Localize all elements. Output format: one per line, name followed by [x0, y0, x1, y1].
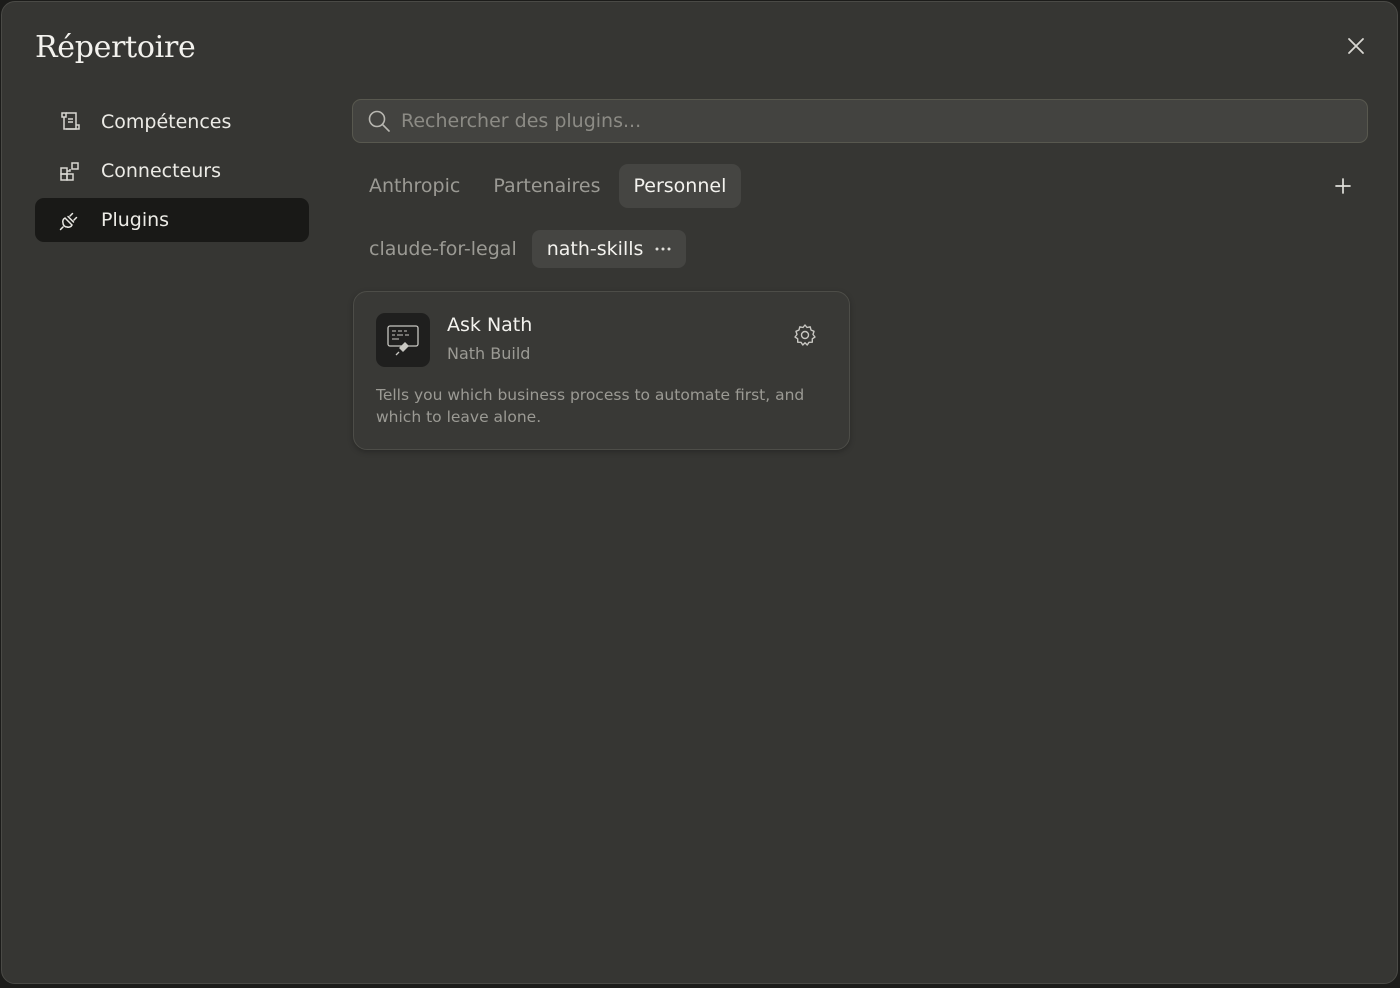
subtab-bar: claude-for-legal nath-skills [354, 230, 687, 268]
subtab-label: nath-skills [546, 238, 644, 260]
search-icon [368, 110, 390, 132]
modal-title: Répertoire [35, 30, 196, 65]
sidebar-item-label: Plugins [101, 209, 170, 231]
tab-partenaires[interactable]: Partenaires [478, 164, 615, 208]
plugin-logo [376, 313, 430, 367]
tab-personnel[interactable]: Personnel [618, 164, 742, 208]
search-bar[interactable] [352, 99, 1368, 143]
plugin-card[interactable]: Ask Nath Nath Build Tells you which busi… [353, 291, 850, 450]
plugin-name: Ask Nath [447, 314, 533, 336]
plugin-settings-button[interactable] [791, 321, 819, 349]
sidebar-item-label: Compétences [101, 111, 232, 133]
plugin-description: Tells you which business process to auto… [376, 386, 805, 426]
plug-icon [57, 207, 83, 233]
plus-icon [1335, 178, 1351, 194]
close-icon [1348, 38, 1364, 54]
gear-icon [794, 324, 816, 346]
more-options-icon[interactable] [655, 247, 671, 251]
add-button[interactable] [1330, 173, 1356, 199]
search-input[interactable] [401, 110, 1301, 132]
subtab-label: claude-for-legal [369, 238, 517, 260]
connectors-icon [57, 158, 83, 184]
subtab-claude-for-legal[interactable]: claude-for-legal [354, 230, 532, 268]
close-button[interactable] [1342, 32, 1370, 60]
plugin-author: Nath Build [447, 344, 531, 363]
sidebar-item-label: Connecteurs [101, 160, 222, 182]
sidebar: Compétences Connecteurs Plugins [35, 100, 309, 247]
tab-bar: Anthropic Partenaires Personnel [354, 164, 744, 208]
tab-anthropic[interactable]: Anthropic [354, 164, 475, 208]
subtab-nath-skills[interactable]: nath-skills [531, 230, 687, 268]
sidebar-item-plugins[interactable]: Plugins [35, 198, 309, 242]
skills-icon [57, 109, 83, 135]
chat-plug-icon [387, 325, 419, 356]
sidebar-item-connecteurs[interactable]: Connecteurs [35, 149, 309, 193]
sidebar-item-competences[interactable]: Compétences [35, 100, 309, 144]
directory-modal: Répertoire Compétences Connecteurs Plugi… [1, 1, 1398, 984]
